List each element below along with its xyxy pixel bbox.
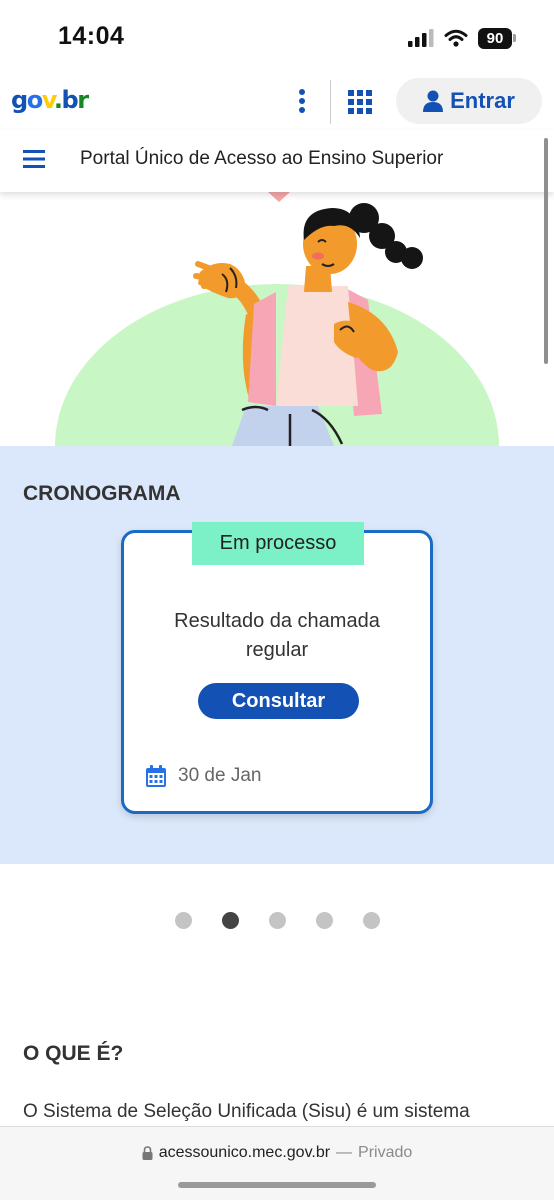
carousel-dot[interactable] <box>316 912 333 929</box>
portal-title-bar: Portal Único de Acesso ao Ensino Superio… <box>0 130 554 192</box>
battery-icon: 90 <box>478 27 516 49</box>
home-indicator[interactable] <box>178 1182 376 1188</box>
hamburger-menu-icon[interactable] <box>23 149 45 169</box>
browser-address-bar[interactable]: acessounico.mec.gov.br — Privado <box>0 1126 554 1200</box>
carousel-dot[interactable] <box>175 912 192 929</box>
header-divider <box>330 80 331 124</box>
carousel-indicator <box>0 910 554 930</box>
govbr-logo[interactable]: gov.br <box>11 86 89 114</box>
url-separator: — <box>336 1144 353 1161</box>
url-domain: acessounico.mec.gov.br <box>158 1144 331 1161</box>
lock-icon <box>142 1146 153 1160</box>
status-bar: 14:04 90 <box>0 0 554 72</box>
apps-grid-icon[interactable] <box>348 90 372 114</box>
hero-illustration <box>0 192 554 446</box>
date-text: 30 de Jan <box>178 765 262 786</box>
battery-cap <box>513 34 516 42</box>
cellular-signal-icon <box>408 29 434 47</box>
status-icons: 90 <box>408 26 516 50</box>
status-badge: Em processo <box>192 522 364 565</box>
battery-level: 90 <box>478 27 512 49</box>
govbr-header: gov.br Entrar <box>0 72 554 130</box>
schedule-card: Em processo Resultado da chamada regular… <box>121 522 433 814</box>
login-label: Entrar <box>450 88 515 113</box>
card-date: 30 de Jan <box>146 765 261 787</box>
cronograma-heading: CRONOGRAMA <box>23 482 181 505</box>
browsing-mode: Privado <box>358 1144 413 1161</box>
carousel-dot[interactable] <box>222 912 239 929</box>
portal-title: Portal Único de Acesso ao Ensino Superio… <box>80 148 444 169</box>
oque-e-text: O Sistema de Seleção Unificada (Sisu) é … <box>23 1101 470 1122</box>
card-description: Resultado da chamada regular <box>174 610 380 661</box>
kebab-menu-icon[interactable] <box>292 86 312 116</box>
carousel-dot[interactable] <box>269 912 286 929</box>
cronograma-section: CRONOGRAMA Em processo Resultado da cham… <box>0 446 554 864</box>
user-icon <box>423 90 444 112</box>
url-row[interactable]: acessounico.mec.gov.br — Privado <box>0 1144 554 1162</box>
waving-woman-illustration <box>55 192 499 446</box>
consultar-button[interactable]: Consultar <box>198 683 359 719</box>
calendar-icon <box>146 765 166 787</box>
carousel-dot[interactable] <box>363 912 380 929</box>
login-button[interactable]: Entrar <box>396 78 542 124</box>
wifi-icon <box>444 29 468 47</box>
oque-e-heading: O QUE É? <box>23 1042 124 1065</box>
status-time: 14:04 <box>58 22 125 50</box>
scrollbar-thumb[interactable] <box>544 138 548 364</box>
